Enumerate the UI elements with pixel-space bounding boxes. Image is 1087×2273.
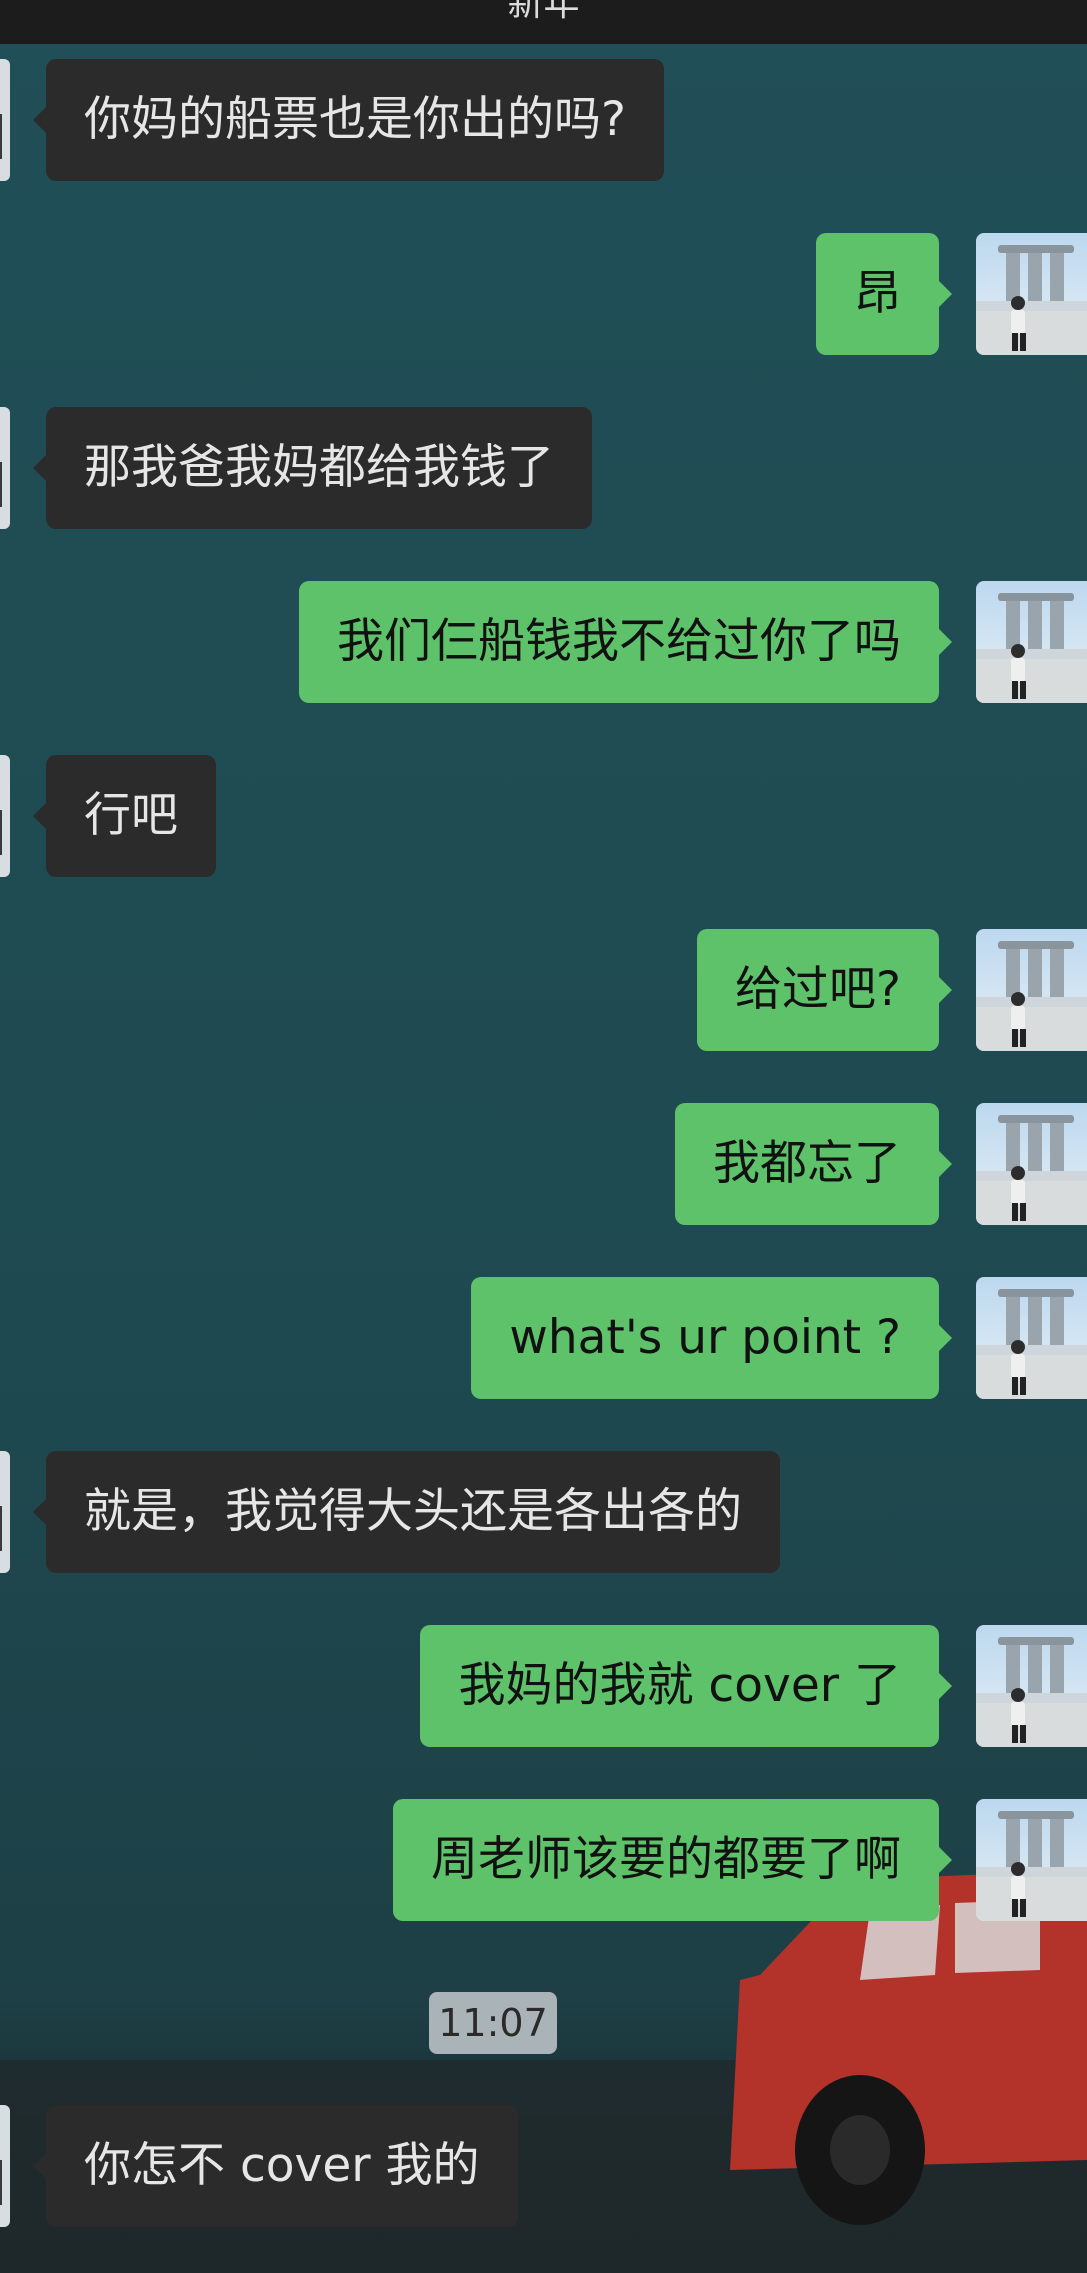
outgoing-message-bubble[interactable]: 我们仨船钱我不给过你了吗 — [299, 581, 952, 703]
chat-title: 新年 — [507, 0, 580, 24]
contact-avatar[interactable] — [0, 407, 10, 529]
message-row: 给过吧? — [0, 929, 1087, 1051]
outgoing-message-bubble[interactable]: 我妈的我就 cover 了 — [420, 1625, 952, 1747]
my-avatar[interactable] — [976, 1277, 1087, 1399]
incoming-message-bubble[interactable]: 行吧 — [33, 755, 216, 877]
message-row: 你妈的船票也是你出的吗? — [0, 59, 1087, 181]
outgoing-message-bubble[interactable]: 给过吧? — [697, 929, 952, 1051]
message-row: 我妈的我就 cover 了 — [0, 1625, 1087, 1747]
contact-avatar[interactable] — [0, 755, 10, 877]
message-row: 就是，我觉得大头还是各出各的 — [0, 1451, 1087, 1573]
message-row: 周老师该要的都要了啊 — [0, 1799, 1087, 1921]
chat-header: 新年 — [0, 0, 1087, 44]
outgoing-message-bubble[interactable]: what's ur point ? — [471, 1277, 952, 1399]
my-avatar[interactable] — [976, 929, 1087, 1051]
message-row: 行吧 — [0, 755, 1087, 877]
outgoing-message-bubble[interactable]: 周老师该要的都要了啊 — [393, 1799, 952, 1921]
contact-avatar[interactable] — [0, 59, 10, 181]
outgoing-message-bubble[interactable]: 昂 — [816, 233, 952, 355]
my-avatar[interactable] — [976, 1625, 1087, 1747]
contact-avatar[interactable] — [0, 2105, 10, 2227]
message-row: 那我爸我妈都给我钱了 — [0, 407, 1087, 529]
time-separator: 11:07 — [429, 1992, 557, 2054]
incoming-message-bubble[interactable]: 那我爸我妈都给我钱了 — [33, 407, 592, 529]
my-avatar[interactable] — [976, 1103, 1087, 1225]
message-row: 昂 — [0, 233, 1087, 355]
message-row: 我们仨船钱我不给过你了吗 — [0, 581, 1087, 703]
incoming-message-bubble[interactable]: 就是，我觉得大头还是各出各的 — [33, 1451, 780, 1573]
my-avatar[interactable] — [976, 581, 1087, 703]
contact-avatar[interactable] — [0, 1451, 10, 1573]
message-row: what's ur point ? — [0, 1277, 1087, 1399]
message-row: 我都忘了 — [0, 1103, 1087, 1225]
incoming-message-bubble[interactable]: 你妈的船票也是你出的吗? — [33, 59, 664, 181]
my-avatar[interactable] — [976, 233, 1087, 355]
my-avatar[interactable] — [976, 1799, 1087, 1921]
message-row: 你怎不 cover 我的 — [0, 2105, 1087, 2227]
outgoing-message-bubble[interactable]: 我都忘了 — [675, 1103, 952, 1225]
incoming-message-bubble[interactable]: 你怎不 cover 我的 — [33, 2105, 518, 2227]
